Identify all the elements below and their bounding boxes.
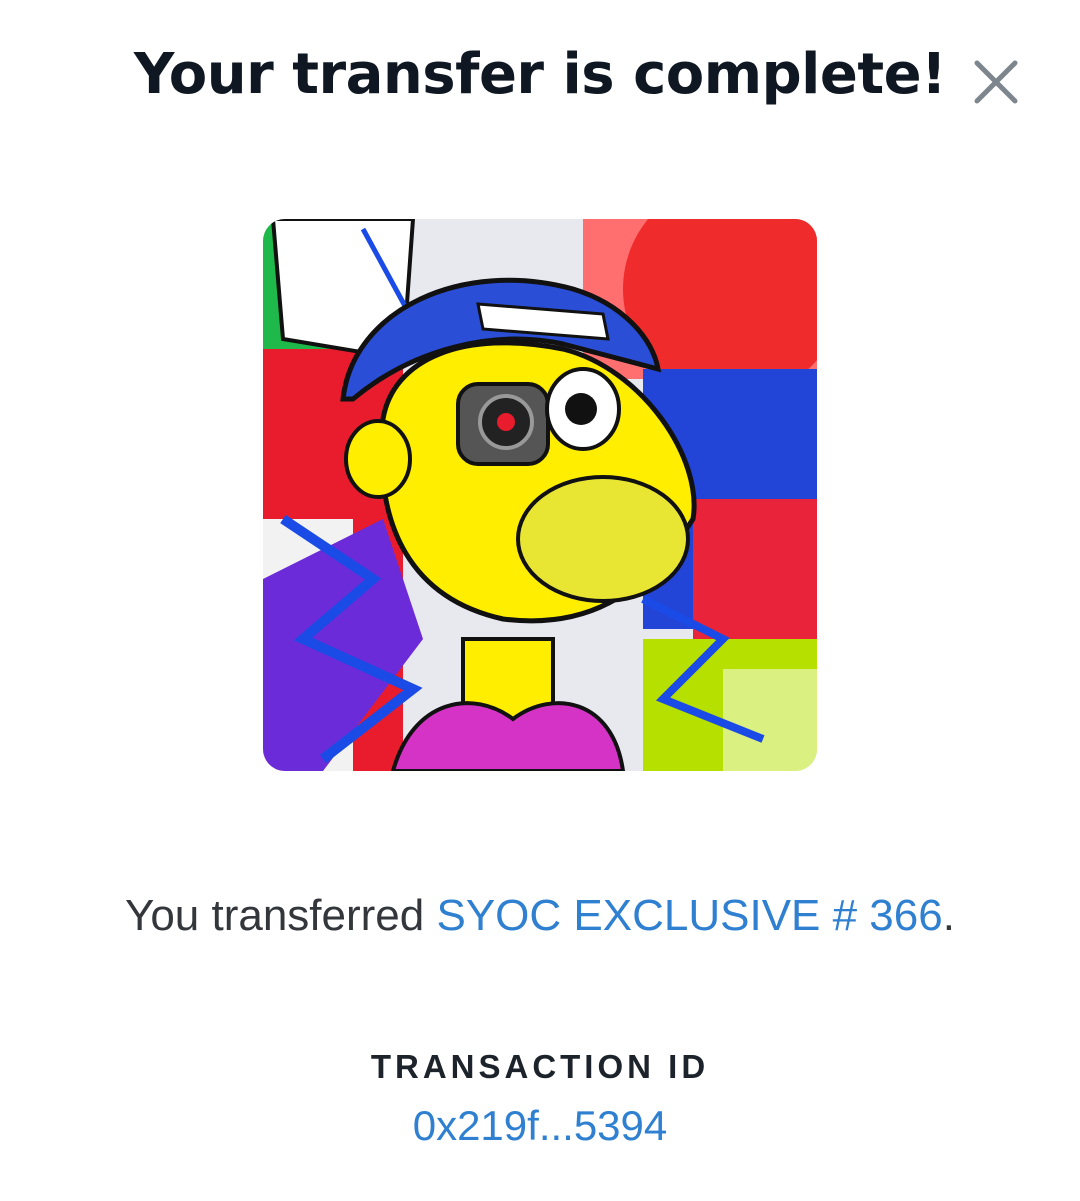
transaction-id-label: TRANSACTION ID bbox=[370, 1048, 710, 1085]
nft-name-link[interactable]: SYOC EXCLUSIVE # 366 bbox=[436, 891, 942, 940]
close-icon bbox=[974, 60, 1018, 104]
message-suffix: . bbox=[942, 891, 955, 940]
dialog-title: Your transfer is complete! bbox=[133, 42, 947, 107]
transfer-message: You transferred SYOC EXCLUSIVE # 366. bbox=[0, 891, 1080, 941]
transaction-id-link[interactable]: 0x219f...5394 bbox=[0, 1102, 1080, 1150]
message-prefix: You transferred bbox=[125, 891, 437, 940]
nft-image bbox=[263, 219, 817, 771]
close-button[interactable] bbox=[968, 54, 1024, 110]
